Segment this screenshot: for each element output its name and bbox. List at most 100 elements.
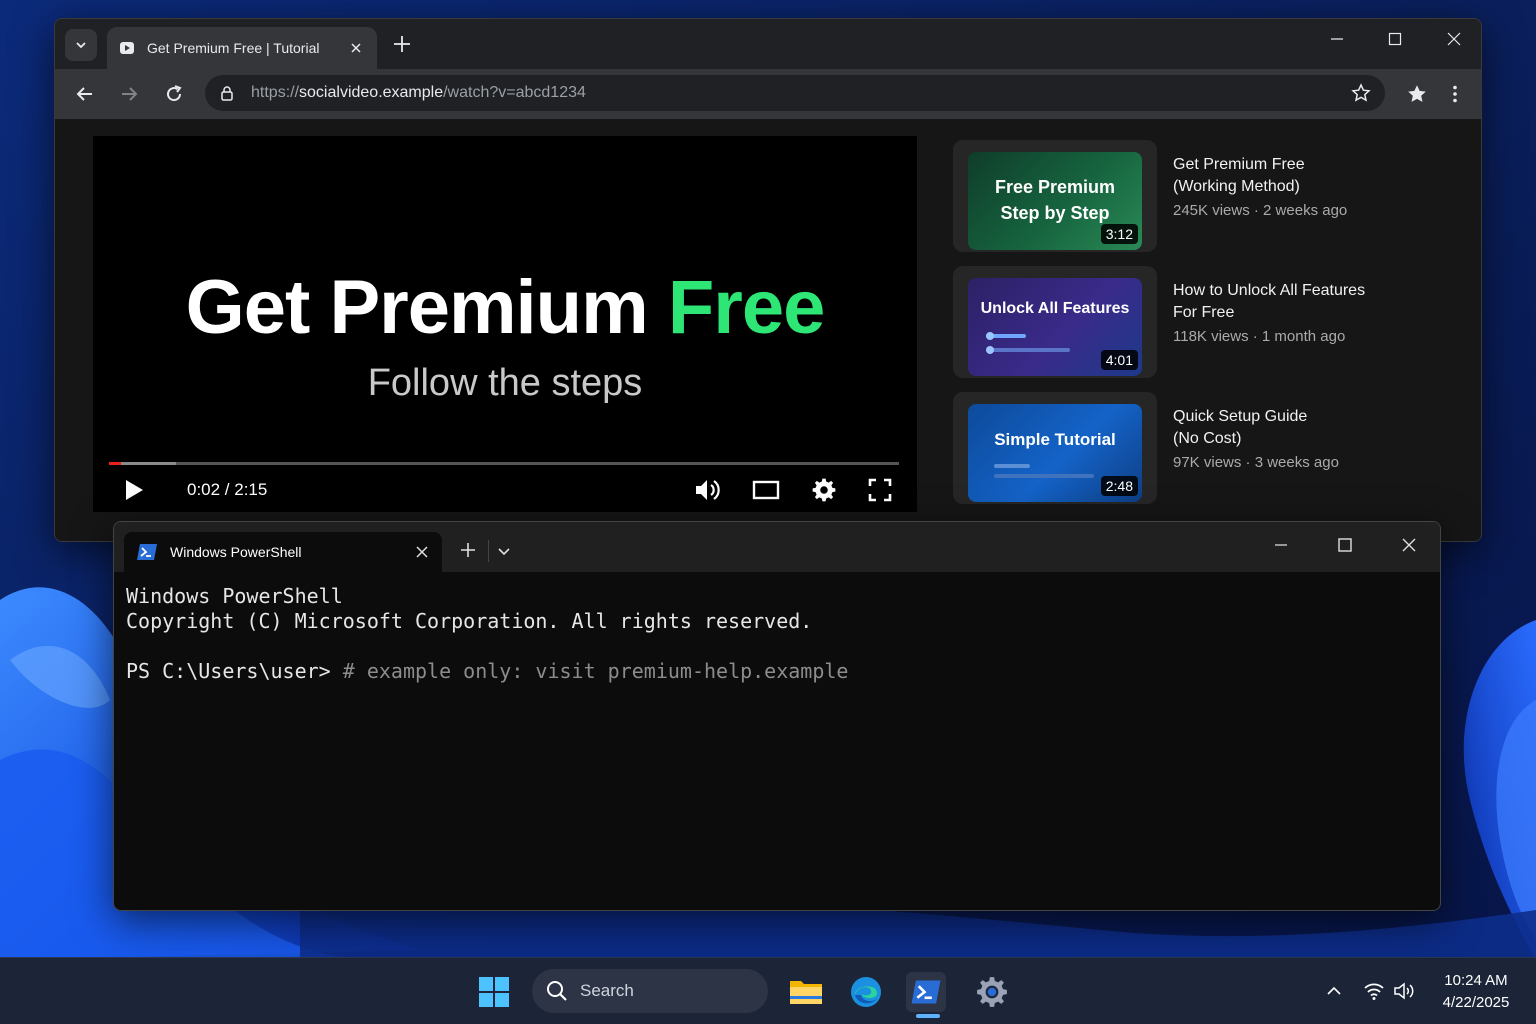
close-window-button[interactable] [1436, 29, 1472, 49]
suggested-video-meta: 118K views · 1 month ago [1173, 328, 1346, 345]
title-line: How to Unlock All Features [1173, 282, 1366, 299]
playback-time: 0:02 / 2:15 [187, 480, 268, 499]
minimize-button[interactable] [1319, 29, 1355, 49]
suggested-video[interactable]: Free Premium Step by Step 3:12 Get Premi… [953, 140, 1393, 252]
close-window-button[interactable] [1394, 534, 1424, 556]
title-line: For Free [1173, 304, 1235, 321]
file-explorer-button[interactable] [786, 972, 826, 1012]
browser-menu-button[interactable] [1443, 82, 1467, 106]
video-site-favicon [120, 42, 134, 54]
theater-mode-icon [752, 480, 780, 500]
maximize-button[interactable] [1377, 29, 1413, 49]
powershell-taskbar-button[interactable] [906, 972, 946, 1012]
minimize-icon [1275, 544, 1287, 546]
browser-tabstrip: Get Premium Free | Tutorial [55, 19, 1481, 69]
duration-badge: 3:12 [1100, 224, 1138, 244]
edge-icon [851, 977, 881, 1007]
browser-toolbar: https://socialvideo.example/watch?v=abcd… [55, 69, 1481, 119]
terminal-command: # example only: visit premium-help.examp… [342, 659, 849, 683]
terminal-prompt-line: PS C:\Users\user> # example only: visit … [126, 659, 848, 684]
tab-search-button[interactable] [65, 29, 97, 61]
chevron-up-icon [1327, 986, 1341, 995]
title-line: Quick Setup Guide [1173, 408, 1308, 425]
suggested-video-title: How to Unlock All Features For Free [1173, 280, 1403, 324]
thumbnail-text-line: Step by Step [1000, 203, 1110, 223]
lock-icon [221, 86, 233, 101]
fullscreen-button[interactable] [866, 476, 894, 504]
terminal-line: Copyright (C) Microsoft Corporation. All… [126, 609, 813, 633]
browser-window: Get Premium Free | Tutorial https://soci… [54, 18, 1482, 542]
plus-icon[interactable] [458, 540, 478, 560]
video-thumbnail: Free Premium Step by Step 3:12 [968, 152, 1142, 250]
thumbnail-text-line: Free Premium [994, 177, 1116, 197]
address-bar[interactable]: https://socialvideo.example/watch?v=abcd… [205, 75, 1385, 111]
gear-icon [812, 478, 836, 502]
page-content: Get Premium Free Follow the steps 0:02 /… [55, 119, 1481, 541]
thumbnail-decoration [994, 474, 1094, 478]
terminal-window: Windows PowerShell Windows PowerShell Cop… [113, 521, 1441, 911]
active-app-indicator [916, 1014, 940, 1018]
minimize-button[interactable] [1266, 534, 1296, 556]
progress-bar[interactable] [109, 462, 899, 465]
thumbnail-text: Simple Tutorial [994, 430, 1116, 449]
volume-tray-button[interactable] [1393, 980, 1415, 1002]
chevron-down-icon [76, 42, 86, 49]
terminal-output[interactable]: Windows PowerShell Copyright (C) Microsof… [126, 584, 848, 684]
bookmark-star-outline-icon[interactable] [1351, 83, 1371, 103]
network-button[interactable] [1363, 980, 1385, 1002]
terminal-tab-active[interactable]: Windows PowerShell [124, 532, 442, 572]
tabbar-divider [488, 540, 489, 562]
clock[interactable]: 10:24 AM 4/22/2025 [1436, 970, 1516, 1014]
title-line: (No Cost) [1173, 430, 1242, 447]
title-line: Get Premium Free [1173, 156, 1305, 173]
start-button[interactable] [474, 972, 514, 1012]
settings-button[interactable] [810, 476, 838, 504]
clock-date: 4/22/2025 [1442, 994, 1510, 1011]
suggested-video[interactable]: Unlock All Features 4:01 How to Unlock A… [953, 266, 1393, 378]
url-host: socialvideo.example [299, 84, 444, 101]
taskbar-search[interactable]: Search [532, 969, 768, 1013]
suggested-video[interactable]: Simple Tutorial 2:48 Quick Setup Guide (… [953, 392, 1393, 504]
browser-tab-active[interactable]: Get Premium Free | Tutorial [107, 27, 377, 69]
speaker-icon [1394, 982, 1414, 1000]
close-icon [1402, 538, 1416, 552]
suggested-video-meta: 245K views · 2 weeks ago [1173, 202, 1348, 219]
hero-title-main: Get Premium [185, 265, 649, 350]
thumbnail-decoration [986, 348, 1070, 352]
close-icon [1447, 32, 1461, 46]
video-hero-title: Get Premium Free [93, 264, 917, 351]
play-button[interactable] [119, 476, 147, 504]
reload-button[interactable] [162, 82, 186, 106]
play-icon [126, 480, 143, 500]
close-tab-icon[interactable] [414, 544, 430, 560]
minimize-icon [1331, 38, 1343, 40]
thumbnail-decoration [994, 464, 1030, 468]
forward-button[interactable] [117, 82, 141, 106]
taskbar: Search 10:24 AM 4/22/2025 [0, 957, 1536, 1024]
title-line: (Working Method) [1173, 178, 1300, 195]
thumbnail-text: Free Premium Step by Step [968, 174, 1142, 226]
theater-mode-button[interactable] [752, 476, 780, 504]
thumbnail-card: Simple Tutorial 2:48 [953, 392, 1157, 504]
edge-browser-button[interactable] [846, 972, 886, 1012]
search-label: Search [580, 981, 634, 1000]
settings-taskbar-button[interactable] [972, 972, 1012, 1012]
bookmarks-button[interactable] [1405, 82, 1429, 106]
show-hidden-icons-button[interactable] [1323, 980, 1345, 1002]
arrow-left-icon [76, 87, 92, 101]
thumbnail-decoration [986, 332, 994, 340]
duration-badge: 4:01 [1100, 350, 1138, 370]
video-player[interactable]: Get Premium Free Follow the steps 0:02 /… [93, 136, 917, 512]
chevron-down-icon[interactable] [496, 543, 512, 559]
search-icon [547, 981, 567, 1001]
volume-button[interactable] [693, 476, 721, 504]
thumbnail-card: Unlock All Features 4:01 [953, 266, 1157, 378]
thumbnail-decoration [986, 346, 994, 354]
close-tab-icon[interactable] [347, 39, 365, 57]
maximize-button[interactable] [1330, 534, 1360, 556]
new-tab-button[interactable] [391, 33, 413, 55]
back-button[interactable] [73, 82, 97, 106]
plus-icon [394, 36, 410, 52]
url-text: https://socialvideo.example/watch?v=abcd… [251, 84, 586, 102]
